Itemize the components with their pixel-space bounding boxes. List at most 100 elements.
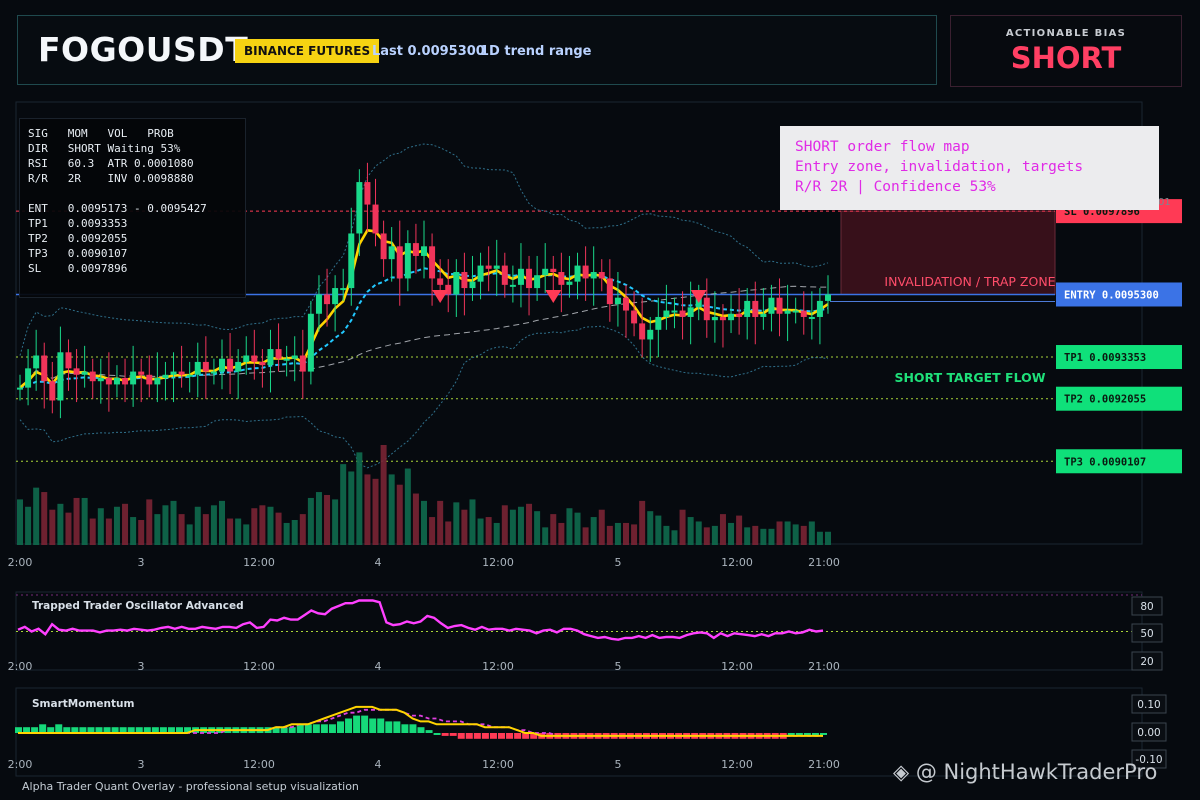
candle-body (372, 204, 379, 234)
momentum-bar (361, 715, 369, 733)
candle-body (202, 361, 209, 372)
candle-body (25, 368, 32, 388)
volume-bar (235, 518, 242, 545)
momentum-bar (457, 733, 465, 739)
momentum-bar (820, 733, 827, 735)
candle-body (606, 278, 613, 305)
volume-bar (421, 500, 427, 545)
candle-body (663, 310, 670, 317)
oscillator-tick: 20 (1140, 656, 1153, 668)
candle-body (146, 374, 153, 385)
candle-body (348, 233, 355, 289)
volume-bar (590, 517, 597, 545)
x-axis-tick: 4 (375, 660, 382, 673)
candle-body (752, 300, 759, 317)
volume-bar (356, 452, 363, 545)
momentum-bar (55, 724, 63, 733)
candle-body (388, 246, 395, 260)
x-axis-tick: 12:00 (482, 758, 514, 771)
momentum-bar (803, 733, 811, 735)
candle-body (219, 358, 225, 372)
price-label-text: TP1 0.0093353 (1064, 352, 1146, 364)
volume-bar (396, 484, 403, 545)
stats-line: TP1 0.0093353 (28, 217, 128, 230)
x-axis-tick: 2:00 (8, 758, 33, 771)
momentum-bar (481, 733, 489, 739)
volume-bar (534, 511, 541, 545)
candle-body (776, 297, 783, 314)
volume-bar (760, 528, 767, 545)
zone-label: SHORT TARGET FLOW (894, 370, 1045, 385)
momentum-bar (337, 721, 344, 733)
candle-body (356, 182, 363, 234)
volume-bar (437, 500, 444, 545)
candle-body (582, 265, 589, 279)
stats-line: TP3 0.0090107 (28, 247, 128, 260)
volume-bar (614, 522, 621, 545)
candle-body (283, 358, 290, 361)
candle-body (501, 265, 508, 285)
candle-body (130, 371, 137, 385)
volume-bar (639, 500, 646, 545)
candle-body (186, 374, 193, 377)
momentum-bar (369, 718, 377, 733)
zone-label: INVALIDATION / TRAP ZONE (884, 274, 1055, 289)
volume-bar (429, 517, 436, 545)
stats-line: DIR SHORT Waiting 53% (28, 142, 181, 155)
momentum-bar (514, 733, 522, 739)
volume-bar (17, 499, 23, 545)
volume-bar (663, 525, 670, 545)
candle-body (364, 182, 371, 205)
candle-body (784, 310, 791, 314)
volume-bar (744, 527, 751, 545)
candle-body (194, 361, 201, 375)
candle-body (550, 268, 557, 273)
volume-bar (251, 508, 258, 545)
momentum-bar (409, 724, 417, 733)
volume-bar (623, 522, 629, 545)
volume-bar (315, 492, 322, 545)
x-axis-tick: 12:00 (721, 660, 753, 673)
stats-line: SIG MOM VOL PROB (28, 127, 174, 140)
volume-bar (291, 520, 298, 545)
momentum-bar (441, 733, 449, 736)
candle-body (509, 284, 516, 287)
volume-bar (348, 471, 355, 545)
volume-bar (679, 509, 686, 545)
x-axis-tick: 21:00 (808, 660, 840, 673)
volume-bar (752, 525, 759, 545)
momentum-bar (288, 727, 296, 733)
volume-bar (687, 517, 694, 545)
volume-bar (647, 511, 654, 545)
volume-bar (574, 512, 581, 545)
candle-body (744, 300, 751, 317)
x-axis-tick: 12:00 (721, 556, 753, 569)
x-axis-tick: 5 (615, 556, 622, 569)
candle-body (154, 377, 161, 385)
x-axis-tick: 4 (375, 556, 382, 569)
x-axis-tick: 2:00 (8, 556, 33, 569)
candle-body (437, 278, 444, 285)
candle-body (728, 313, 735, 321)
momentum-bar (787, 733, 795, 735)
candle-body (97, 377, 104, 382)
volume-bar (364, 474, 371, 545)
volume-bar (25, 506, 32, 545)
candle-body (307, 313, 314, 372)
volume-bar (332, 499, 339, 545)
x-axis-tick: 12:00 (721, 758, 753, 771)
volume-bar (97, 508, 104, 545)
candle-body (542, 268, 549, 276)
momentum-bar (401, 724, 409, 733)
volume-bar (768, 528, 775, 545)
candle-body (598, 272, 605, 279)
volume-bar (178, 514, 185, 545)
volume-bar (186, 524, 193, 545)
candle-body (517, 268, 524, 285)
candle-body (825, 294, 831, 301)
x-axis-tick: 12:00 (243, 758, 275, 771)
candle-body (469, 281, 476, 289)
candle-body (534, 275, 541, 289)
momentum-bar (328, 724, 336, 733)
candle-body (768, 297, 775, 314)
